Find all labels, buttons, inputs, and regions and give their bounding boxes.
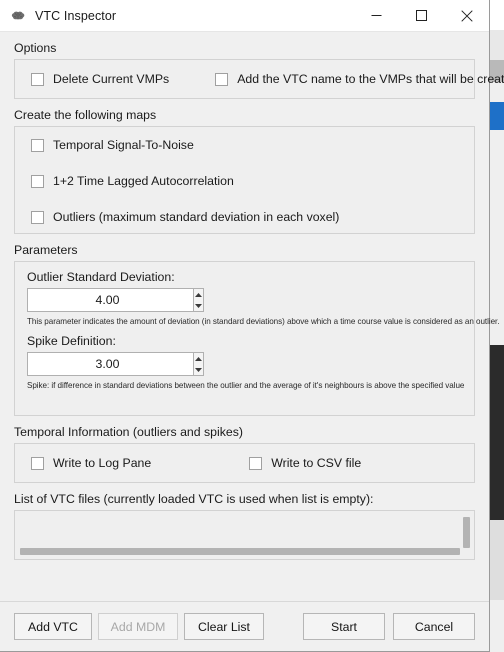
- add-mdm-button: Add MDM: [98, 613, 178, 640]
- checkbox-box[interactable]: [31, 138, 44, 152]
- dialog-content: Options Delete Current VMPs Add the VTC …: [0, 32, 504, 601]
- spinner-down-icon[interactable]: [194, 364, 203, 375]
- checkbox-label: Temporal Signal-To-Noise: [53, 138, 194, 152]
- options-group-label: Options: [14, 41, 57, 55]
- spike-definition-spin-buttons[interactable]: [194, 352, 204, 376]
- maximize-icon[interactable]: [399, 0, 444, 31]
- spinner-up-icon[interactable]: [194, 289, 203, 300]
- checkbox-label: Add the VTC name to the VMPs that will b…: [237, 72, 504, 86]
- vertical-scrollbar[interactable]: [463, 517, 470, 548]
- checkbox-box[interactable]: [249, 456, 263, 470]
- checkbox-delete-current-vmps[interactable]: Delete Current VMPs: [31, 72, 169, 86]
- spike-definition-label: Spike Definition:: [27, 334, 116, 348]
- temporal-group: Write to Log Pane Write to CSV file: [14, 443, 475, 483]
- brain-icon: [10, 8, 26, 24]
- cancel-button[interactable]: Cancel: [393, 613, 475, 640]
- outlier-sd-hint: This parameter indicates the amount of d…: [27, 317, 500, 326]
- outlier-sd-label: Outlier Standard Deviation:: [27, 270, 175, 284]
- parameters-group-label: Parameters: [14, 243, 78, 257]
- checkbox-label: Delete Current VMPs: [53, 72, 170, 86]
- outlier-sd-input[interactable]: [27, 288, 194, 312]
- start-button[interactable]: Start: [303, 613, 385, 640]
- checkbox-label: Write to CSV file: [271, 456, 362, 470]
- checkbox-temporal-signal-to-noise[interactable]: Temporal Signal-To-Noise: [31, 127, 474, 163]
- checkbox-label: Write to Log Pane: [53, 456, 152, 470]
- vtc-inspector-window: VTC Inspector Options Delete Current VMP…: [0, 0, 504, 652]
- checkbox-box[interactable]: [31, 174, 44, 188]
- checkbox-write-to-log-pane[interactable]: Write to Log Pane: [31, 456, 151, 470]
- clear-list-button[interactable]: Clear List: [184, 613, 264, 640]
- maps-group-label: Create the following maps: [14, 108, 157, 122]
- checkbox-label: 1+2 Time Lagged Autocorrelation: [53, 174, 234, 188]
- window-title: VTC Inspector: [35, 8, 117, 23]
- spike-definition-stepper[interactable]: [27, 352, 204, 376]
- spinner-up-icon[interactable]: [194, 353, 203, 364]
- checkbox-box[interactable]: [31, 72, 44, 86]
- spike-definition-hint: Spike: if difference in standard deviati…: [27, 381, 465, 390]
- checkbox-outliers[interactable]: Outliers (maximum standard deviation in …: [31, 199, 474, 235]
- parameters-group: Outlier Standard Deviation: This paramet…: [14, 261, 500, 416]
- window-controls: [354, 0, 489, 31]
- add-vtc-button[interactable]: Add VTC: [14, 613, 92, 640]
- checkbox-write-to-csv-file[interactable]: Write to CSV file: [249, 456, 361, 470]
- checkbox-box[interactable]: [215, 72, 229, 86]
- checkbox-box[interactable]: [31, 456, 44, 470]
- options-group: Delete Current VMPs Add the VTC name to …: [14, 59, 504, 99]
- minimize-icon[interactable]: [354, 0, 399, 31]
- horizontal-scrollbar[interactable]: [20, 548, 460, 555]
- vtc-file-list[interactable]: [14, 510, 475, 560]
- dialog-footer: Add VTC Add MDM Clear List Start Cancel: [0, 601, 489, 651]
- spike-definition-input[interactable]: [27, 352, 194, 376]
- outlier-sd-stepper[interactable]: [27, 288, 204, 312]
- checkbox-time-lagged-autocorrelation[interactable]: 1+2 Time Lagged Autocorrelation: [31, 163, 474, 199]
- close-icon[interactable]: [444, 0, 489, 31]
- vtc-list-label: List of VTC files (currently loaded VTC …: [14, 492, 374, 506]
- title-bar: VTC Inspector: [0, 0, 489, 32]
- checkbox-box[interactable]: [31, 210, 44, 224]
- spinner-down-icon[interactable]: [194, 300, 203, 311]
- outlier-sd-spin-buttons[interactable]: [194, 288, 204, 312]
- temporal-group-label: Temporal Information (outliers and spike…: [14, 425, 243, 439]
- checkbox-label: Outliers (maximum standard deviation in …: [53, 210, 340, 224]
- checkbox-add-vtc-name[interactable]: Add the VTC name to the VMPs that will b…: [215, 72, 504, 86]
- maps-group: Temporal Signal-To-Noise 1+2 Time Lagged…: [14, 126, 475, 234]
